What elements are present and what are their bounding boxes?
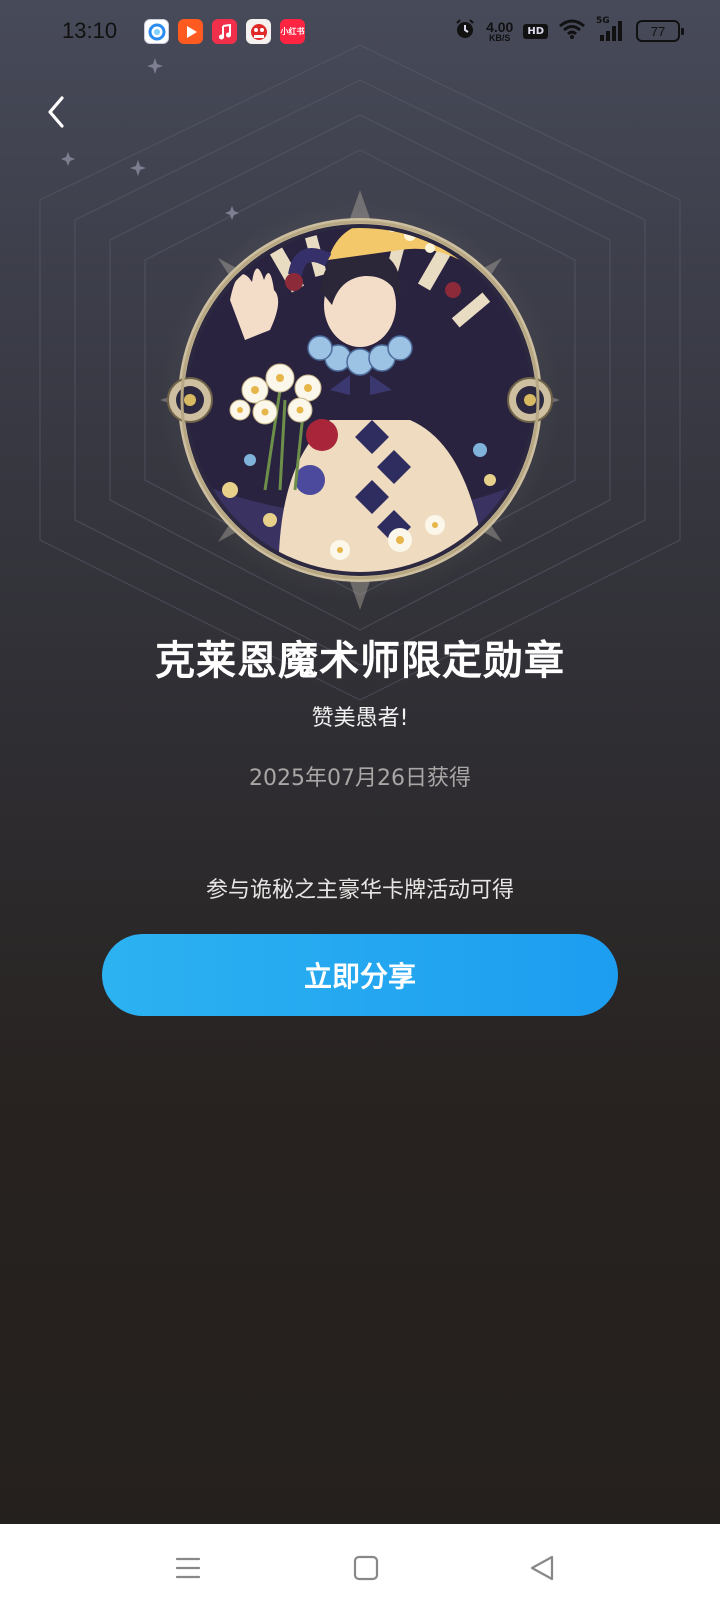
menu-icon (175, 1557, 201, 1579)
share-button[interactable]: 立即分享 (102, 934, 618, 1016)
hd-icon: HD (523, 23, 548, 39)
badge-description: 参与诡秘之主豪华卡牌活动可得 (205, 878, 514, 903)
system-navigation-bar (0, 1524, 720, 1612)
menu-nav-button[interactable] (166, 1546, 210, 1590)
badge-title: 克莱恩魔术师限定勋章 (155, 638, 565, 684)
status-bar: 13:10 小红书 4.00 KB/S HD 5G 77 (0, 0, 720, 64)
alarm-icon (454, 18, 476, 44)
notification-icons: 小红书 (144, 19, 305, 44)
badge-subtitle: 赞美愚者! (311, 706, 409, 731)
obtained-date: 2025年07月26日获得 (249, 766, 471, 791)
back-nav-button[interactable] (520, 1546, 564, 1590)
wifi-icon (558, 18, 586, 44)
video-app-icon (178, 19, 203, 44)
network-speed: 4.00 KB/S (486, 20, 513, 43)
home-square-icon (353, 1555, 379, 1581)
status-time: 13:10 (62, 18, 118, 43)
home-nav-button[interactable] (344, 1546, 388, 1590)
net-speed-unit: KB/S (488, 32, 511, 43)
back-triangle-icon (530, 1555, 554, 1581)
chevron-left-icon (48, 96, 64, 128)
cellular-signal-icon: 5G (596, 16, 626, 43)
xiaohongshu-app-icon: 小红书 (280, 19, 305, 44)
browser-app-icon (144, 19, 169, 44)
game-app-icon (246, 19, 271, 44)
system-status-icons: 4.00 KB/S HD 5G 77 (454, 16, 684, 44)
music-app-icon (212, 19, 237, 44)
back-button[interactable] (40, 90, 80, 134)
badge-medallion-image (160, 190, 560, 610)
net-speed-value: 4.00 (486, 18, 514, 35)
battery-level: 77 (650, 23, 666, 39)
battery-icon: 77 (636, 20, 684, 42)
